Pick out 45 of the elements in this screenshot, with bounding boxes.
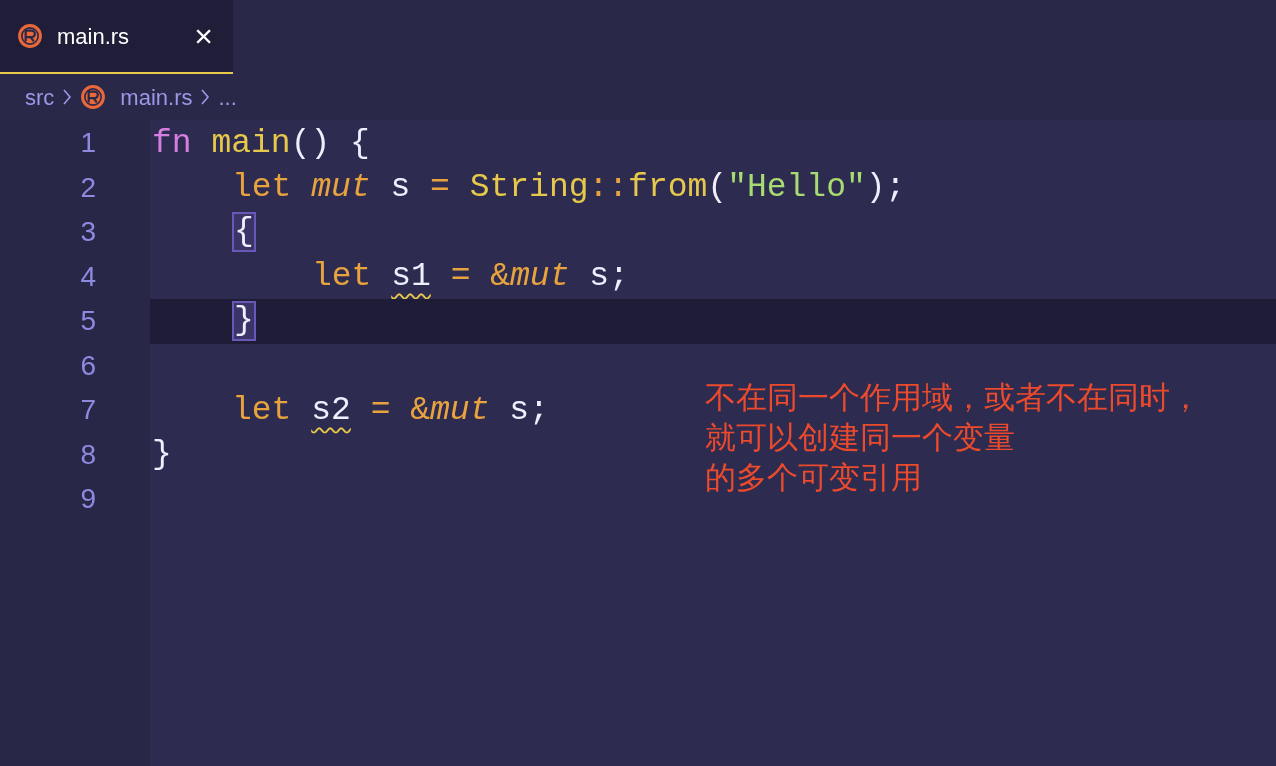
breadcrumb-item[interactable]: main.rs xyxy=(120,80,193,114)
breadcrumb-item[interactable]: src xyxy=(25,80,55,114)
line-number: 2 xyxy=(80,170,96,205)
code-token: mut xyxy=(510,257,570,297)
code-token: s; xyxy=(508,390,549,431)
code-token: let xyxy=(232,168,293,208)
code-token: main xyxy=(211,123,291,164)
line-number: 5 xyxy=(80,304,96,339)
code-token: mut xyxy=(311,168,371,208)
code-token: = & xyxy=(369,390,431,431)
code-token: } xyxy=(152,435,172,475)
code-token: let xyxy=(312,257,373,297)
code-token: s2 xyxy=(311,390,351,431)
code-token: s xyxy=(389,168,412,208)
line-number: 8 xyxy=(80,437,96,472)
code-token: :: xyxy=(588,168,629,208)
line-number: 9 xyxy=(80,482,96,517)
annotation-text: 就可以创建同一个变量 xyxy=(705,419,1016,457)
line-number: 3 xyxy=(80,215,96,250)
code-token: s; xyxy=(588,257,629,297)
code-token: ( xyxy=(707,168,728,208)
code-token: fn xyxy=(152,123,193,164)
annotation-text: 不在同一个作用域，或者不在同时， xyxy=(705,379,1201,417)
file-tab[interactable]: main.rs × xyxy=(0,0,233,74)
line-number: 7 xyxy=(80,393,96,428)
line-number: 1 xyxy=(80,126,96,161)
breadcrumb-item[interactable]: ... xyxy=(218,80,237,114)
chevron-icon xyxy=(200,88,211,106)
chevron-icon xyxy=(62,88,73,106)
matched-bracket: { xyxy=(232,212,256,253)
code-token: from xyxy=(628,168,708,208)
code-token: () { xyxy=(290,123,370,164)
matched-bracket: } xyxy=(232,301,256,342)
annotation-text: 的多个可变引用 xyxy=(705,459,923,497)
code-token: String xyxy=(469,168,589,208)
code-token: ); xyxy=(865,168,906,208)
code-token: s1 xyxy=(391,257,431,297)
code-token: "Hello" xyxy=(727,168,866,208)
line-number: 6 xyxy=(80,348,96,383)
code-token: let xyxy=(232,390,293,431)
close-button[interactable]: × xyxy=(194,20,213,52)
line-number: 4 xyxy=(80,259,96,294)
code-token: = & xyxy=(449,257,511,297)
code-token: = xyxy=(430,168,451,208)
code-token: mut xyxy=(430,390,490,431)
